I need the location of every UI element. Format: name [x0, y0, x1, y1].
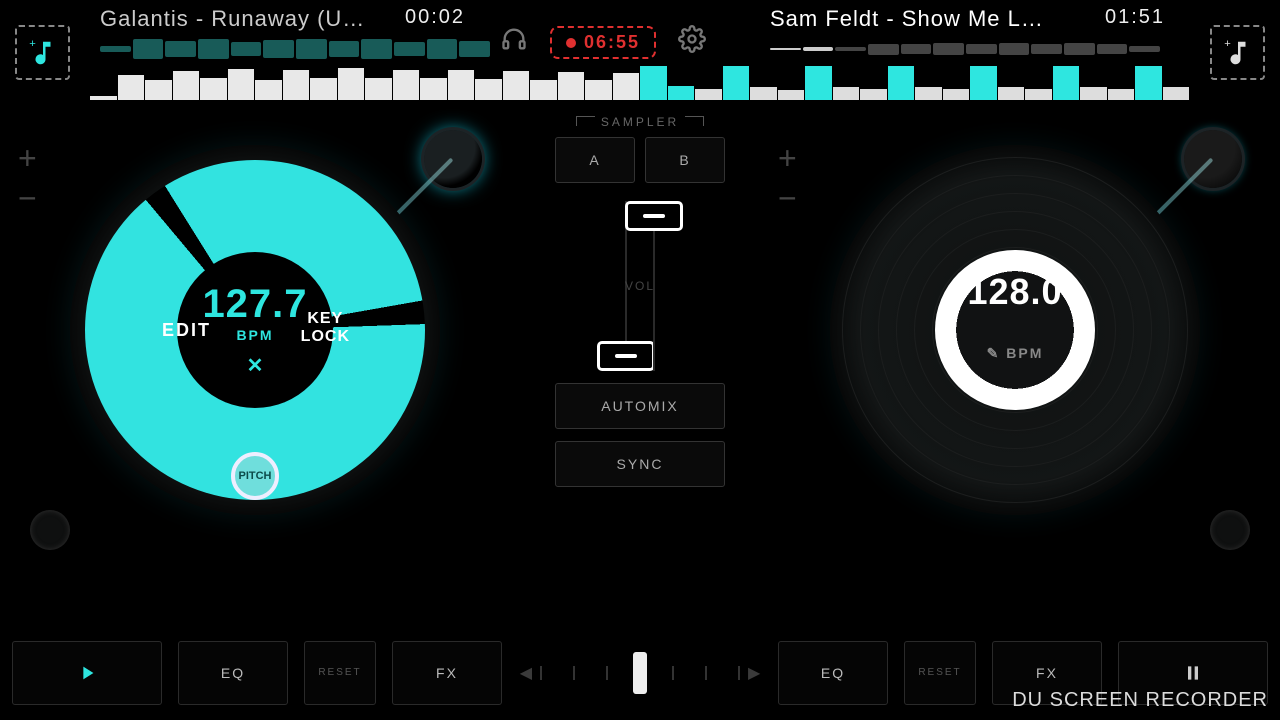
pitch-button[interactable]: PITCH	[231, 452, 279, 500]
deck-b-bpm-label: ✎ BPM	[987, 345, 1044, 362]
crossfader-left-icon: ◀	[520, 663, 532, 683]
deck-a-bpm-label: BPM	[236, 327, 273, 343]
headphones-icon[interactable]	[500, 25, 528, 60]
deck-b-track-time: 01:51	[1105, 6, 1165, 29]
deck-a: +− EDIT KEYLOCK 127.7 BPM ✕ PITCH	[10, 120, 510, 560]
deck-b-track-title: Sam Feldt - Show Me L…	[770, 6, 1044, 32]
eq-button-b[interactable]: EQ	[778, 641, 888, 705]
play-button-a[interactable]	[12, 641, 162, 705]
deck-a-gain-knob[interactable]	[30, 510, 70, 550]
record-time: 06:55	[584, 32, 640, 53]
deck-a-track-title: Galantis - Runaway (U…	[100, 6, 365, 32]
deck-b-bpm-value: 128.0	[967, 271, 1062, 313]
vol-label: VOL	[625, 279, 655, 293]
svg-text:+: +	[1224, 38, 1231, 50]
fader-handle-icon[interactable]	[597, 341, 655, 371]
tonearm-knob-b[interactable]	[1184, 130, 1242, 188]
main-waveform[interactable]	[90, 64, 1190, 100]
automix-button[interactable]: AUTOMIX	[555, 383, 725, 429]
sync-button[interactable]: SYNC	[555, 441, 725, 487]
record-button[interactable]: 06:55	[550, 26, 656, 59]
tonearm-knob-a[interactable]	[424, 130, 482, 188]
crossfader[interactable]	[540, 659, 740, 687]
add-track-right-button[interactable]: +	[1210, 25, 1265, 80]
deck-a-track-time: 00:02	[405, 6, 465, 29]
fader-handle-icon[interactable]	[625, 201, 683, 231]
volume-faders: VOL	[555, 201, 725, 371]
deck-b-platter[interactable]: 128.0 ✎ BPM	[830, 145, 1200, 515]
edit-button[interactable]: EDIT	[162, 320, 211, 341]
fx-button-a[interactable]: FX	[392, 641, 502, 705]
sampler-b-button[interactable]: B	[645, 137, 725, 183]
pitch-plus-minus-icon[interactable]: +−	[778, 138, 797, 218]
record-dot-icon	[566, 38, 576, 48]
crossfader-handle-icon[interactable]	[633, 652, 647, 694]
deck-b-gain-knob[interactable]	[1210, 510, 1250, 550]
deck-a-platter[interactable]: EDIT KEYLOCK 127.7 BPM ✕ PITCH	[70, 145, 440, 515]
sampler-a-button[interactable]: A	[555, 137, 635, 183]
reset-button-a[interactable]: RESET	[304, 641, 376, 705]
add-track-left-button[interactable]: +	[15, 25, 70, 80]
pitch-plus-minus-icon[interactable]: +−	[18, 138, 37, 218]
deck-a-overview-waveform[interactable]	[100, 38, 490, 60]
pause-icon	[1183, 662, 1203, 684]
deck-b-volume-fader[interactable]	[653, 201, 655, 371]
eq-button-a[interactable]: EQ	[178, 641, 288, 705]
music-add-icon: +	[28, 38, 58, 68]
watermark-text: DU SCREEN RECORDER	[1012, 689, 1268, 712]
svg-text:+: +	[29, 38, 36, 50]
close-icon[interactable]: ✕	[247, 353, 264, 378]
crossfader-right-icon: ▶	[748, 663, 760, 683]
deck-a-bpm-value: 127.7	[202, 282, 307, 327]
reset-button-b[interactable]: RESET	[904, 641, 976, 705]
music-add-icon: +	[1223, 38, 1253, 68]
settings-icon[interactable]	[678, 25, 706, 60]
deck-b-overview-waveform[interactable]	[770, 38, 1160, 60]
sampler-section-label: SAMPLER	[555, 115, 725, 129]
keylock-button[interactable]: KEYLOCK	[301, 310, 350, 346]
deck-b: +− 128.0 ✎ BPM	[770, 120, 1270, 560]
play-icon	[76, 662, 98, 684]
